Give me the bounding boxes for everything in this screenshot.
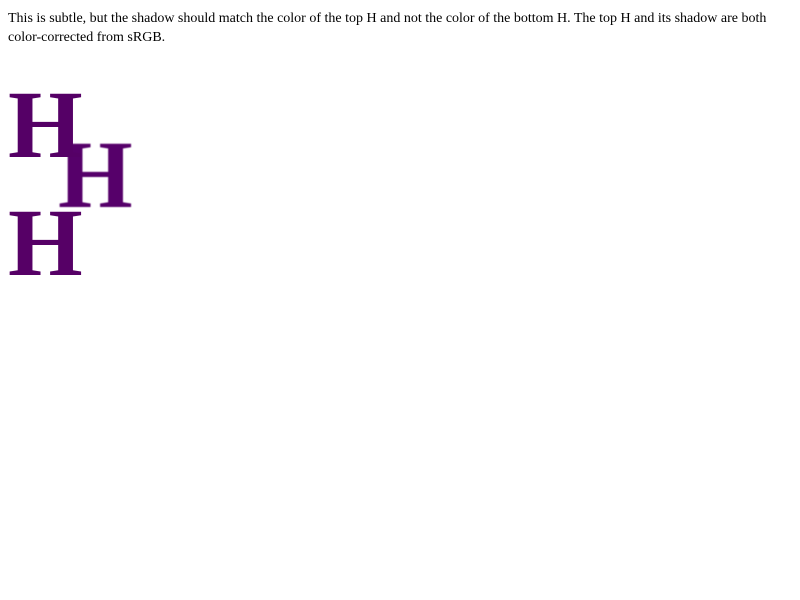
top-h: H — [8, 71, 83, 178]
bottom-h: H — [8, 189, 83, 296]
description-text: This is subtle, but the shadow should ma… — [8, 11, 767, 45]
